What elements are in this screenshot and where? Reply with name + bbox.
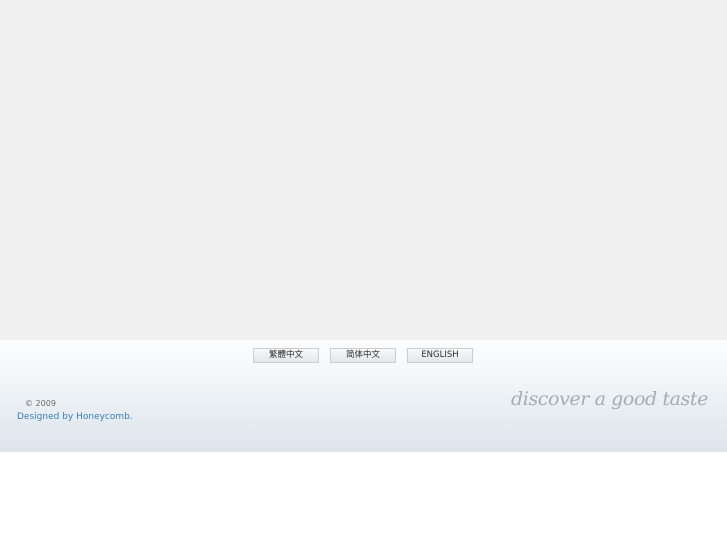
designer-credit-link[interactable]: Designed by Honeycomb. xyxy=(17,412,133,422)
traditional-chinese-button[interactable]: 繁體中文 xyxy=(253,348,319,363)
english-button[interactable]: ENGLISH xyxy=(407,348,473,363)
content-area xyxy=(0,0,727,340)
copyright-text: © 2009 xyxy=(25,399,56,408)
language-bar: 繁體中文 简体中文 ENGLISH xyxy=(0,348,727,363)
tagline-logo: discover a good taste xyxy=(511,388,708,410)
simplified-chinese-button[interactable]: 简体中文 xyxy=(330,348,396,363)
